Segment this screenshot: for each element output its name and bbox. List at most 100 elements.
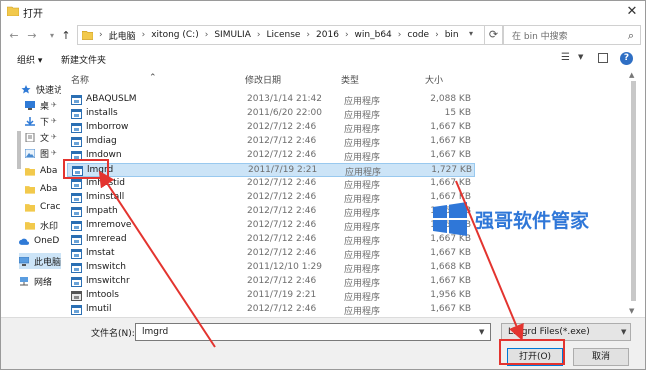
file-row[interactable]: lmtools 2011/7/19 2:21 应用程序 1,956 KB	[67, 289, 475, 303]
file-type: 应用程序	[344, 279, 381, 289]
nav-item-downloads[interactable]: 下 ✈	[25, 113, 61, 129]
file-name: lminstall	[86, 192, 125, 202]
breadcrumb-item[interactable]: bin	[445, 30, 459, 40]
up-icon[interactable]: ↑	[59, 29, 73, 43]
nav-item-label: 网络	[34, 277, 53, 288]
column-header-size[interactable]: 大小	[425, 73, 443, 86]
breadcrumb-item[interactable]: License	[266, 30, 300, 40]
file-row[interactable]: lmhostid 2012/7/12 2:46 应用程序 1,667 KB	[67, 177, 475, 191]
desktop-icon	[25, 100, 35, 110]
chevron-down-icon[interactable]: ▼	[578, 53, 583, 61]
column-header-row: ⌃ 名称 修改日期 类型 大小	[63, 69, 635, 87]
file-name: installs	[86, 108, 118, 118]
file-name: lmreread	[86, 234, 127, 244]
command-bar: 组织 ▾ 新建文件夹 ☰ ▼ ?	[1, 49, 645, 69]
nav-item-label: 桌	[40, 101, 50, 112]
watermark-text: 强哥软件管家	[475, 210, 590, 232]
file-row[interactable]: ABAQUSLM 2013/1/14 21:42 应用程序 2,088 KB	[67, 93, 475, 107]
close-icon[interactable]: ✕	[623, 3, 641, 21]
window-title: 打开	[23, 9, 43, 20]
file-row[interactable]: lminstall 2012/7/12 2:46 应用程序 1,667 KB	[67, 191, 475, 205]
nav-item-folder[interactable]: Crac	[25, 199, 61, 215]
chevron-down-icon[interactable]: ▾	[469, 29, 473, 38]
nav-item-this-pc[interactable]: 此电脑	[19, 253, 61, 269]
filename-input[interactable]: lmgrd	[135, 323, 491, 341]
nav-item-network[interactable]: 网络	[19, 273, 61, 289]
file-row[interactable]: lmreread 2012/7/12 2:46 应用程序 1,667 KB	[67, 233, 475, 247]
column-header-date[interactable]: 修改日期	[245, 73, 281, 86]
tools-icon	[71, 291, 82, 301]
file-name: lmhostid	[86, 178, 125, 188]
breadcrumb-item[interactable]: SIMULIA	[214, 30, 251, 40]
application-icon	[71, 95, 82, 105]
new-folder-button[interactable]: 新建文件夹	[61, 53, 106, 66]
back-icon[interactable]: ←	[7, 29, 21, 43]
breadcrumb-separator: ›	[344, 30, 349, 40]
breadcrumb-item[interactable]: win_b64	[355, 30, 392, 40]
file-type: 应用程序	[344, 153, 381, 163]
organize-button[interactable]: 组织 ▾	[17, 53, 42, 66]
windows-logo-icon	[433, 202, 467, 236]
file-row[interactable]: lmdown 2012/7/12 2:46 应用程序 1,667 KB	[67, 149, 475, 163]
nav-item-pictures[interactable]: 图 ✈	[25, 145, 61, 161]
nav-item-documents[interactable]: 文 ✈	[25, 129, 61, 145]
application-icon	[71, 137, 82, 147]
nav-item-label: 此电脑	[34, 257, 61, 268]
nav-scrollbar[interactable]	[17, 131, 21, 169]
vertical-scrollbar[interactable]: ▲ ▼	[629, 71, 637, 317]
chevron-up-icon[interactable]: ▲	[629, 71, 634, 79]
chevron-down-icon[interactable]: ▼	[629, 307, 634, 315]
file-type: 应用程序	[344, 251, 381, 261]
nav-item-folder[interactable]: Aba	[25, 181, 61, 197]
file-row[interactable]: lmpath2012/7/12 2:46应用程序1,667 KB	[67, 205, 475, 219]
breadcrumb-separator: ›	[397, 30, 402, 40]
nav-item-quick-access[interactable]: 快速访	[21, 81, 61, 97]
help-icon[interactable]: ?	[620, 52, 633, 65]
refresh-icon[interactable]: ⟳	[485, 25, 503, 45]
file-type: 应用程序	[344, 265, 381, 275]
view-icon[interactable]: ☰	[561, 52, 570, 63]
address-bar[interactable]: › 此电脑 › xitong (C:) › SIMULIA › License …	[77, 25, 485, 45]
file-row[interactable]: lmswitchr 2012/7/12 2:46 应用程序 1,667 KB	[67, 275, 475, 289]
file-row[interactable]: lmswitch 2011/12/10 1:29 应用程序 1,668 KB	[67, 261, 475, 275]
file-type: 应用程序	[344, 307, 381, 317]
file-row[interactable]: lmstat 2012/7/12 2:46 应用程序 1,667 KB	[67, 247, 475, 261]
breadcrumb-item[interactable]: 此电脑	[109, 29, 136, 42]
search-input[interactable]: 在 bin 中搜索 ⌕	[503, 25, 641, 45]
application-icon	[71, 123, 82, 133]
scrollbar-thumb[interactable]	[631, 81, 636, 301]
application-icon	[71, 109, 82, 119]
nav-item-folder[interactable]: 水印	[25, 217, 61, 233]
file-size: 1,667 KB	[430, 304, 471, 314]
column-header-type[interactable]: 类型	[341, 73, 359, 86]
file-row[interactable]: installs 2011/6/20 22:00 应用程序 15 KB	[67, 107, 475, 121]
column-header-name[interactable]: 名称	[71, 73, 89, 86]
preview-pane-icon[interactable]	[598, 53, 608, 63]
chevron-down-icon[interactable]: ▼	[621, 328, 626, 336]
file-row[interactable]: lmdiag 2012/7/12 2:46 应用程序 1,667 KB	[67, 135, 475, 149]
breadcrumb-item[interactable]: code	[407, 30, 429, 40]
file-type: 应用程序	[344, 223, 381, 233]
breadcrumb-separator: ›	[306, 30, 311, 40]
file-name: lmtools	[86, 290, 119, 300]
breadcrumb-item[interactable]: 2016	[316, 30, 339, 40]
nav-item-desktop[interactable]: 桌 ✈	[25, 97, 61, 113]
file-row[interactable]: lmremove2012/7/12 2:46应用程序1,667 KB	[67, 219, 475, 233]
breadcrumb-item[interactable]: xitong (C:)	[151, 30, 198, 40]
application-icon	[71, 193, 82, 203]
file-row[interactable]: lmutil 2012/7/12 2:46 应用程序 1,667 KB	[67, 303, 475, 317]
file-date: 2011/12/10 1:29	[247, 262, 322, 272]
nav-item-folder[interactable]: Aba	[25, 163, 61, 179]
cancel-button[interactable]: 取消	[573, 348, 629, 366]
chevron-down-icon[interactable]: ▼	[479, 328, 484, 336]
forward-icon[interactable]: →	[25, 29, 39, 43]
file-row[interactable]: lmborrow 2012/7/12 2:46 应用程序 1,667 KB	[67, 121, 475, 135]
folder-icon	[25, 185, 35, 194]
file-size: 1,667 KB	[430, 248, 471, 258]
chevron-down-icon[interactable]: ▾	[45, 29, 59, 43]
file-row-selected[interactable]: lmgrd 2011/7/19 2:21 应用程序 1,727 KB	[67, 163, 475, 178]
nav-item-onedrive[interactable]: OneD	[19, 233, 61, 249]
file-date: 2012/7/12 2:46	[247, 220, 317, 230]
file-size: 15 KB	[444, 108, 471, 118]
file-date: 2012/7/12 2:46	[247, 136, 317, 146]
